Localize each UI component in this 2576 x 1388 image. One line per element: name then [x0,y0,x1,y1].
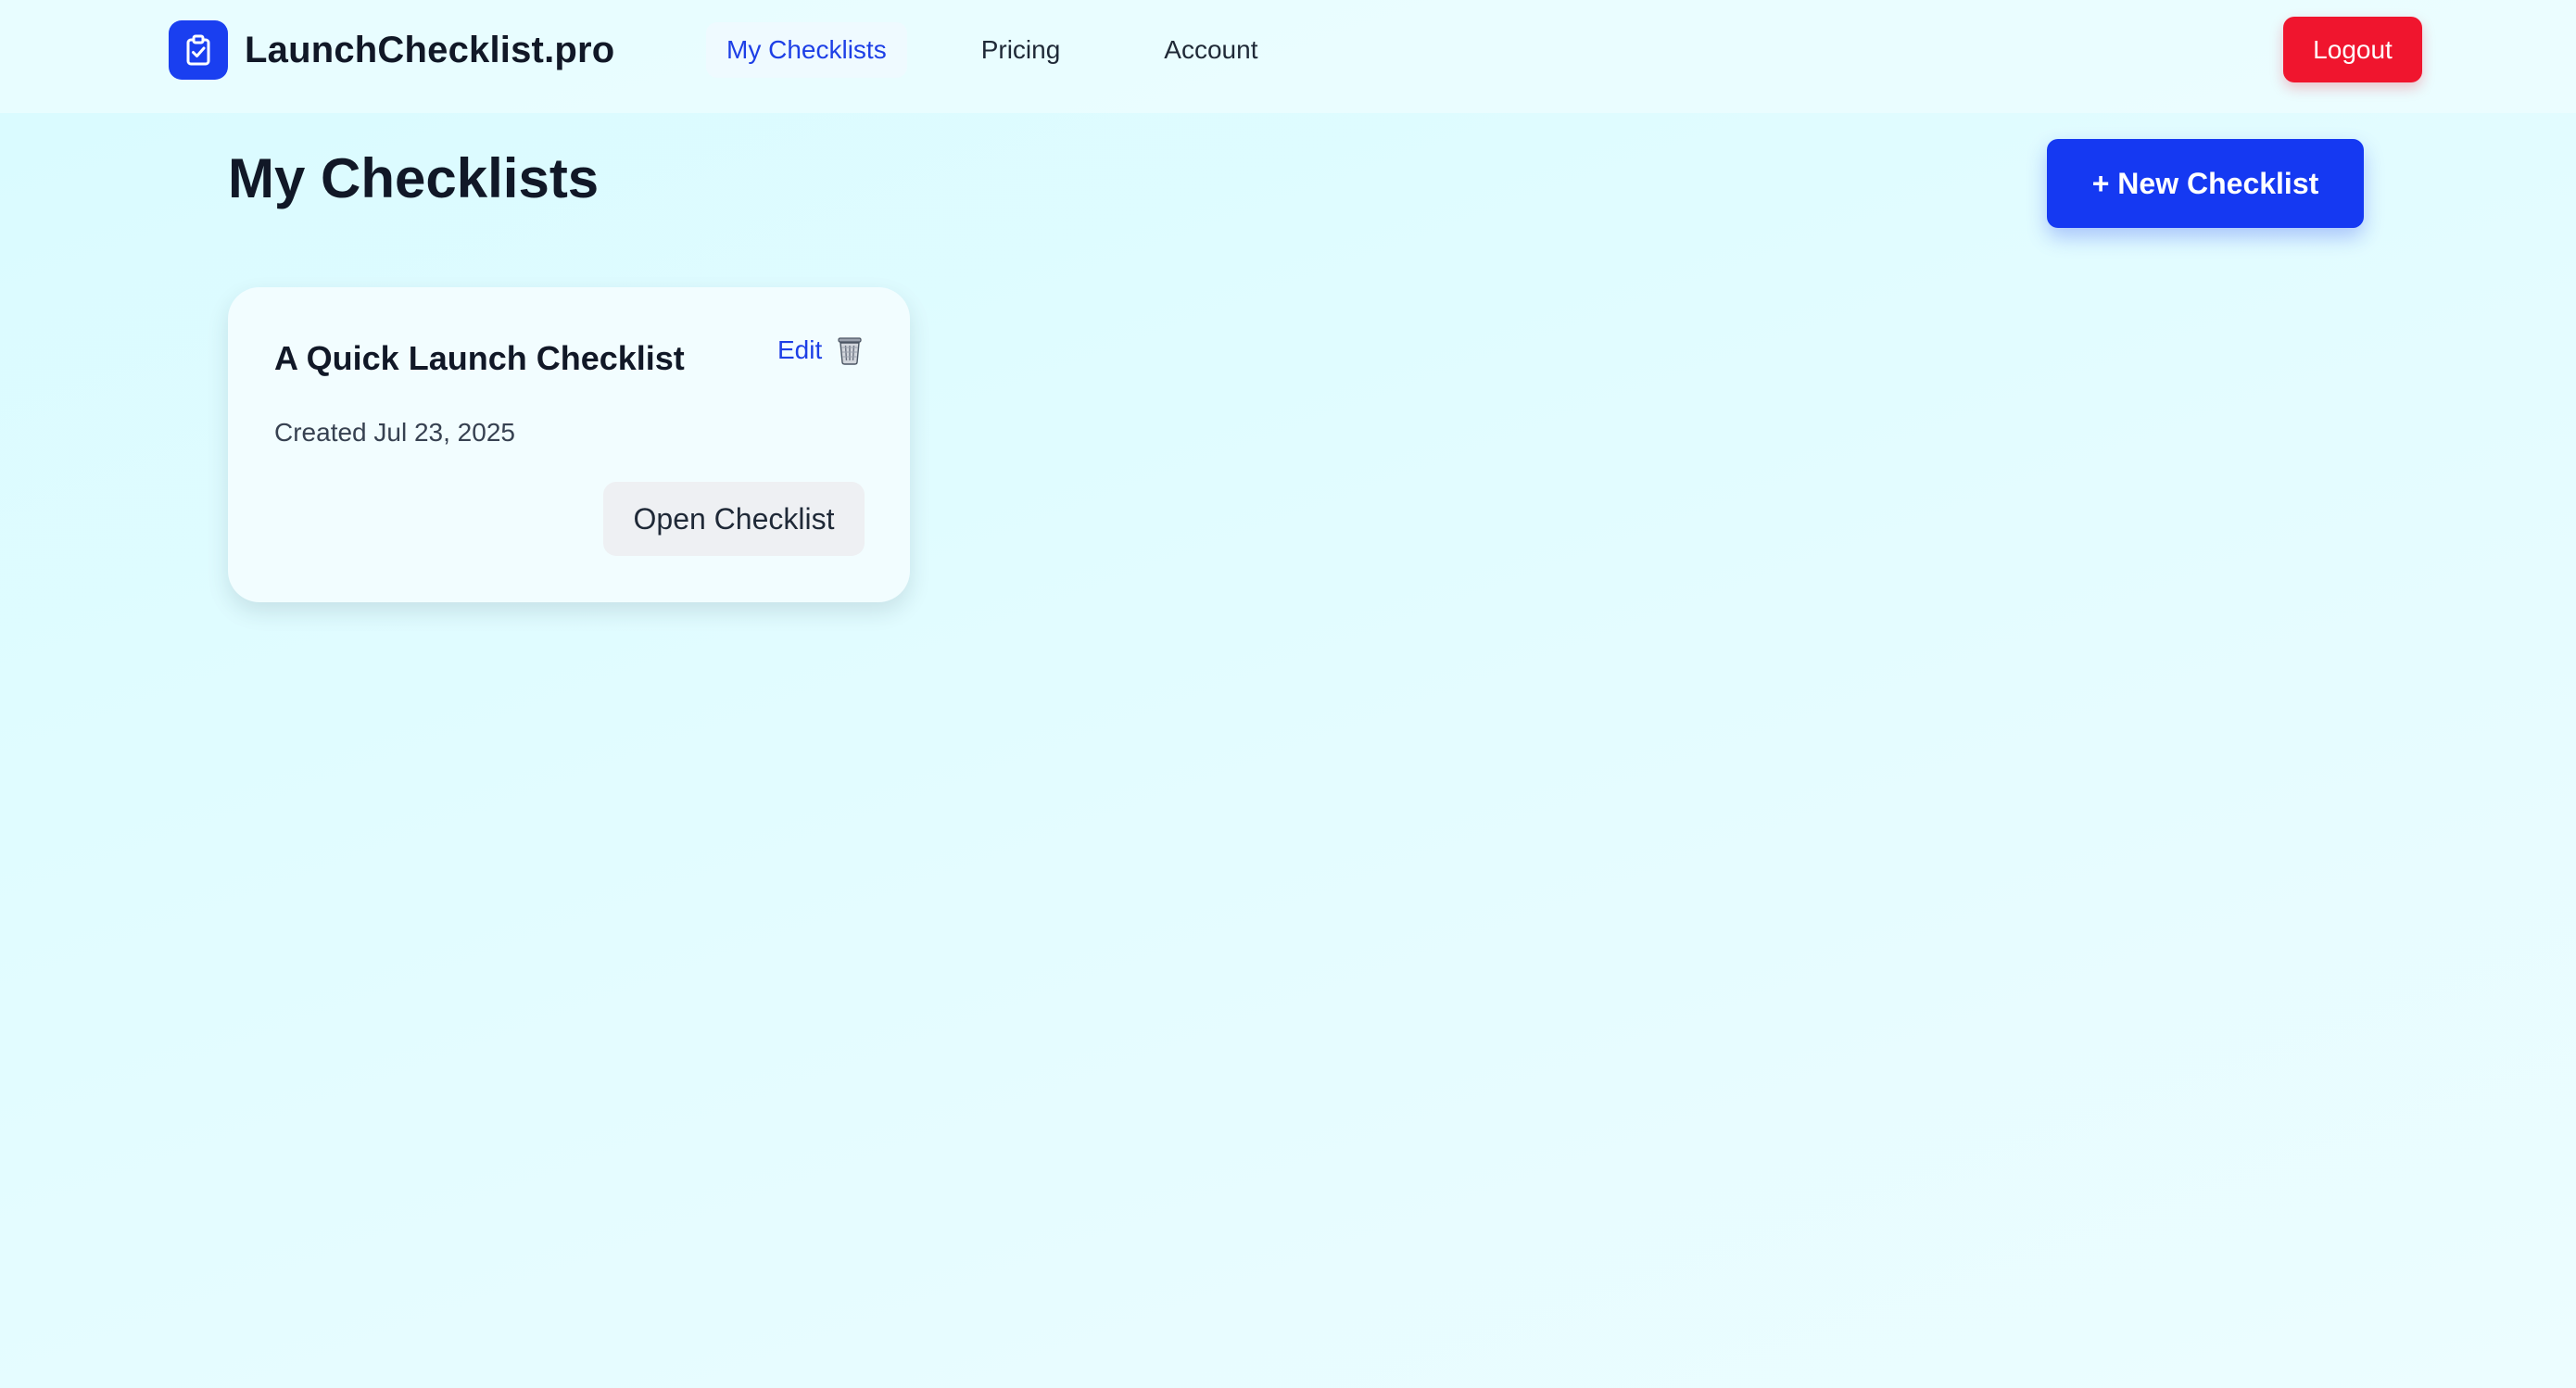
nav-item-pricing[interactable]: Pricing [961,22,1081,78]
brand-name: LaunchChecklist.pro [245,29,615,70]
top-nav-bar: LaunchChecklist.pro My Checklists Pricin… [0,0,2576,113]
nav-item-account[interactable]: Account [1143,22,1278,78]
brand[interactable]: LaunchChecklist.pro [169,20,614,80]
checklist-card: A Quick Launch Checklist Edit Created Ju… [228,287,910,602]
new-checklist-button[interactable]: + New Checklist [2047,139,2364,228]
trash-icon[interactable] [836,335,864,365]
page-title: My Checklists [228,147,600,209]
logout-button[interactable]: Logout [2283,17,2422,82]
clipboard-check-icon [169,20,228,80]
nav-item-my-checklists[interactable]: My Checklists [706,22,907,78]
open-checklist-button[interactable]: Open Checklist [603,482,865,556]
checklist-title: A Quick Launch Checklist [274,339,685,377]
created-date: Created Jul 23, 2025 [274,418,515,447]
edit-link[interactable]: Edit [777,335,822,365]
main-nav: My Checklists Pricing Account [706,22,1278,78]
